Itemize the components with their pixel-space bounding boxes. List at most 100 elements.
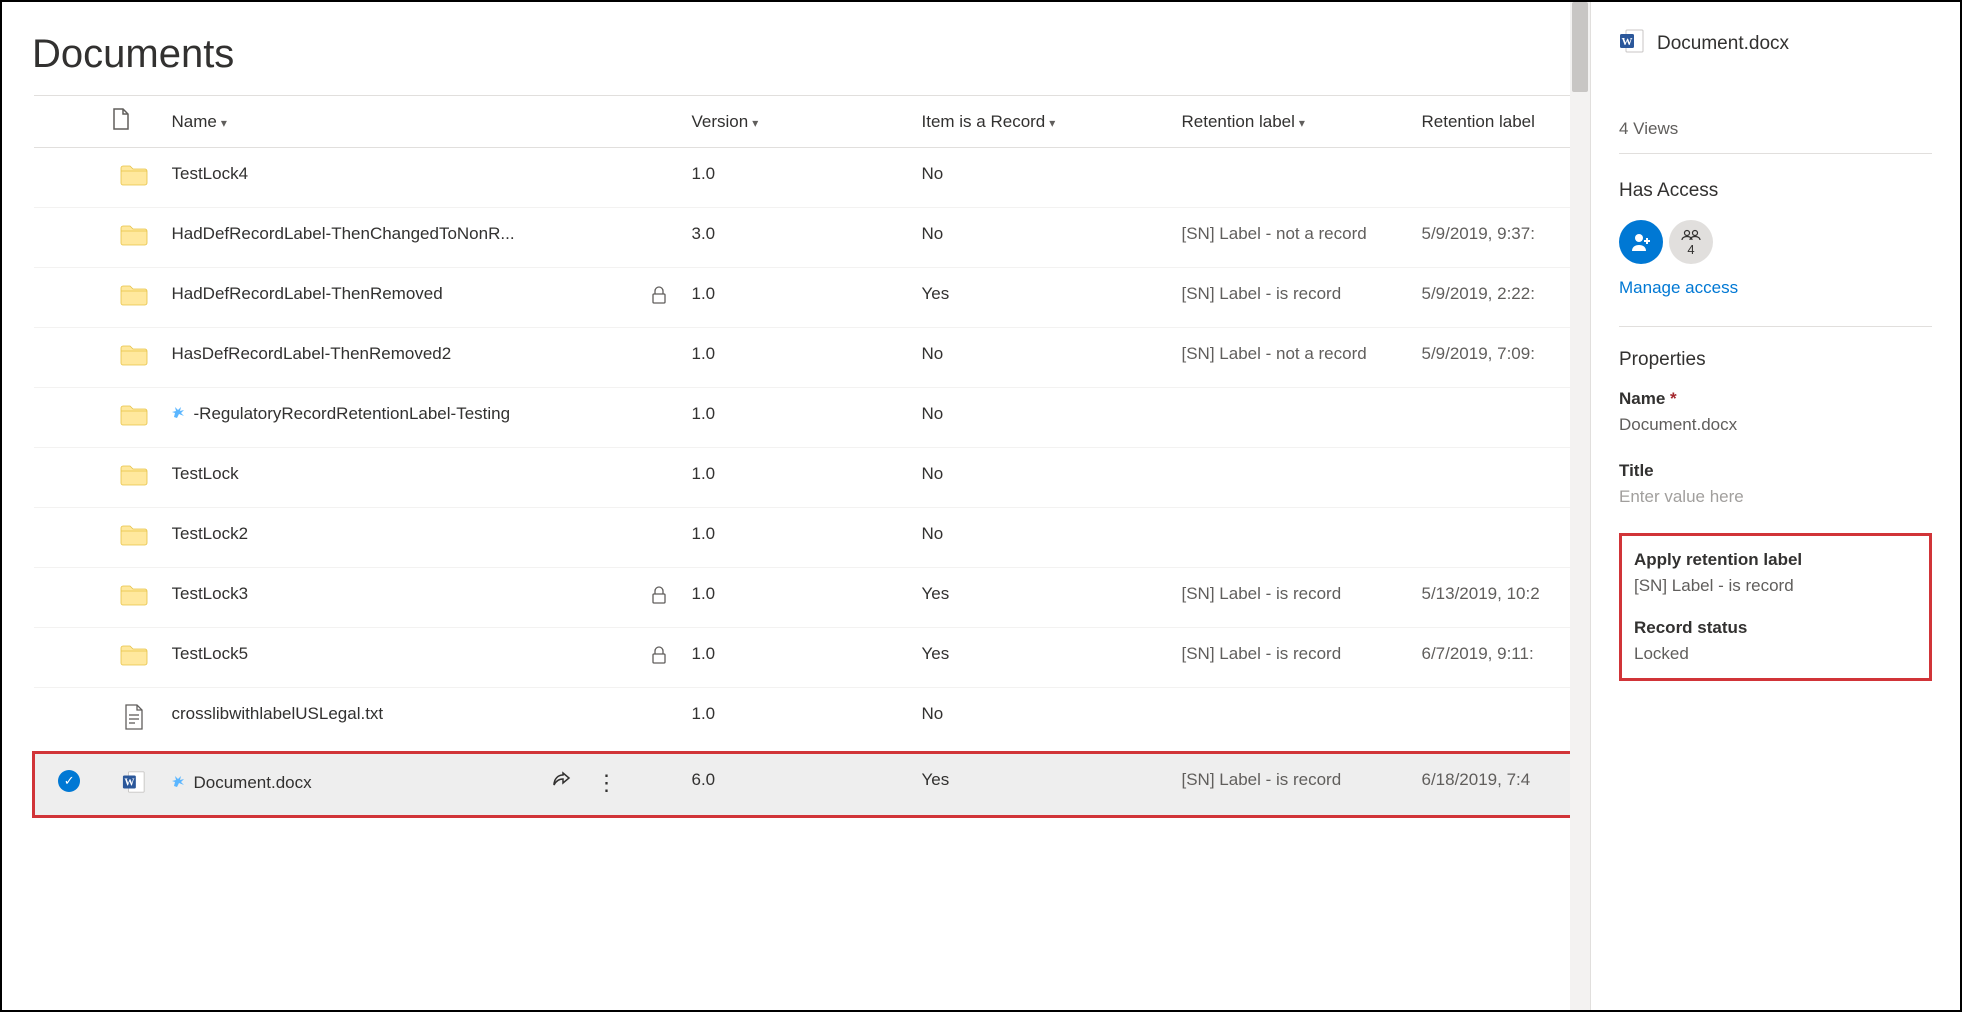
- access-count-badge[interactable]: 4: [1669, 220, 1713, 264]
- retention-label-cell: [1174, 688, 1414, 753]
- folder-icon: [120, 464, 148, 486]
- people-icon: [1681, 229, 1701, 243]
- document-library: Documents Name▾: [2, 2, 1590, 1010]
- is-record-cell: No: [914, 148, 1174, 208]
- table-row[interactable]: TestLock31.0Yes[SN] Label - is record5/1…: [34, 568, 1589, 628]
- table-row[interactable]: HadDefRecordLabel-ThenRemoved1.0Yes[SN] …: [34, 268, 1589, 328]
- title-field-label: Title: [1619, 461, 1932, 481]
- retention-highlight-box: Apply retention label [SN] Label - is re…: [1619, 533, 1932, 681]
- record-status-value[interactable]: Locked: [1634, 644, 1917, 664]
- item-name[interactable]: crosslibwithlabelUSLegal.txt: [172, 704, 384, 724]
- apply-retention-label-label: Apply retention label: [1634, 550, 1917, 570]
- column-header-icon[interactable]: [104, 96, 164, 148]
- version-cell: 1.0: [684, 568, 914, 628]
- retention-date-cell: 5/9/2019, 2:22:: [1414, 268, 1589, 328]
- retention-label-cell: [1174, 508, 1414, 568]
- column-header-retention-label-date[interactable]: Retention label: [1414, 96, 1589, 148]
- item-name[interactable]: HadDefRecordLabel-ThenChangedToNonR...: [172, 224, 515, 244]
- is-record-cell: No: [914, 328, 1174, 388]
- table-row[interactable]: TestLock4 1.0No: [34, 148, 1589, 208]
- retention-date-cell: [1414, 148, 1589, 208]
- is-record-cell: Yes: [914, 268, 1174, 328]
- item-name[interactable]: TestLock2: [172, 524, 249, 544]
- retention-label-cell: [SN] Label - is record: [1174, 268, 1414, 328]
- chevron-down-icon: ▾: [1049, 116, 1055, 130]
- lock-icon: [651, 286, 667, 304]
- table-row[interactable]: TestLock1.0No: [34, 448, 1589, 508]
- share-icon: [552, 770, 572, 790]
- item-name[interactable]: TestLock5: [172, 644, 249, 664]
- table-row[interactable]: TestLock2 1.0No: [34, 508, 1589, 568]
- word-icon: W: [1619, 28, 1645, 59]
- retention-date-cell: 6/18/2019, 7:4: [1414, 753, 1589, 817]
- version-cell: 1.0: [684, 628, 914, 688]
- title-field-input[interactable]: Enter value here: [1619, 487, 1932, 507]
- folder-icon: [120, 164, 148, 186]
- lock-icon: [651, 646, 667, 664]
- new-item-badge: [172, 774, 186, 788]
- apply-retention-label-value[interactable]: [SN] Label - is record: [1634, 576, 1917, 596]
- retention-label-cell: [SN] Label - not a record: [1174, 328, 1414, 388]
- folder-icon: [120, 224, 148, 246]
- retention-date-cell: [1414, 688, 1589, 753]
- is-record-cell: No: [914, 508, 1174, 568]
- add-person-icon[interactable]: [1619, 220, 1663, 264]
- retention-label-cell: [SN] Label - not a record: [1174, 208, 1414, 268]
- version-cell: 1.0: [684, 688, 914, 753]
- item-name[interactable]: HadDefRecordLabel-ThenRemoved: [172, 284, 443, 304]
- more-actions-button[interactable]: ⋮: [596, 770, 618, 796]
- table-row[interactable]: ✓WDocument.docx⋮6.0Yes[SN] Label - is re…: [34, 753, 1589, 817]
- item-name[interactable]: TestLock: [172, 464, 239, 484]
- chevron-down-icon: ▾: [752, 116, 758, 130]
- item-name[interactable]: HasDefRecordLabel-ThenRemoved2: [172, 344, 452, 364]
- folder-icon: [120, 284, 148, 306]
- version-cell: 1.0: [684, 448, 914, 508]
- table-row[interactable]: crosslibwithlabelUSLegal.txt1.0No: [34, 688, 1589, 753]
- properties-heading: Properties: [1619, 349, 1932, 371]
- version-cell: 6.0: [684, 753, 914, 817]
- item-name[interactable]: Document.docx: [194, 773, 312, 793]
- column-header-is-record[interactable]: Item is a Record▾: [914, 96, 1174, 148]
- documents-table: Name▾ Version▾ Item is a Record▾ Retenti…: [32, 95, 1590, 818]
- retention-label-cell: [1174, 148, 1414, 208]
- retention-label-cell: [1174, 448, 1414, 508]
- column-header-retention-label[interactable]: Retention label▾: [1174, 96, 1414, 148]
- details-filename: Document.docx: [1657, 33, 1789, 55]
- new-item-badge: [172, 405, 186, 419]
- retention-label-cell: [SN] Label - is record: [1174, 753, 1414, 817]
- table-row[interactable]: -RegulatoryRecordRetentionLabel-Testing1…: [34, 388, 1589, 448]
- item-name[interactable]: TestLock3: [172, 584, 249, 604]
- has-access-heading: Has Access: [1619, 180, 1932, 202]
- name-field-value[interactable]: Document.docx: [1619, 415, 1932, 435]
- is-record-cell: Yes: [914, 628, 1174, 688]
- table-row[interactable]: HasDefRecordLabel-ThenRemoved21.0No[SN] …: [34, 328, 1589, 388]
- scrollbar-thumb[interactable]: [1572, 2, 1588, 92]
- item-name[interactable]: TestLock4: [172, 164, 249, 184]
- retention-date-cell: [1414, 388, 1589, 448]
- folder-icon: [120, 344, 148, 366]
- word-icon: W: [122, 770, 146, 794]
- version-cell: 1.0: [684, 508, 914, 568]
- text-file-icon: [124, 704, 144, 730]
- selected-check-icon[interactable]: ✓: [58, 770, 80, 792]
- version-cell: 3.0: [684, 208, 914, 268]
- retention-label-cell: [SN] Label - is record: [1174, 568, 1414, 628]
- manage-access-link[interactable]: Manage access: [1619, 278, 1932, 298]
- retention-date-cell: 5/13/2019, 10:2: [1414, 568, 1589, 628]
- table-row[interactable]: TestLock51.0Yes[SN] Label - is record6/7…: [34, 628, 1589, 688]
- record-status-label: Record status: [1634, 618, 1917, 638]
- folder-icon: [120, 524, 148, 546]
- item-name[interactable]: -RegulatoryRecordRetentionLabel-Testing: [194, 404, 511, 424]
- retention-label-cell: [SN] Label - is record: [1174, 628, 1414, 688]
- lock-icon: [651, 586, 667, 604]
- chevron-down-icon: ▾: [221, 116, 227, 130]
- table-row[interactable]: HadDefRecordLabel-ThenChangedToNonR... 3.…: [34, 208, 1589, 268]
- file-icon: [112, 108, 130, 130]
- column-header-name[interactable]: Name▾: [164, 96, 634, 148]
- column-header-version[interactable]: Version▾: [684, 96, 914, 148]
- vertical-scrollbar[interactable]: [1570, 2, 1590, 1010]
- share-button[interactable]: [552, 770, 572, 796]
- name-field-label: Name *: [1619, 389, 1932, 409]
- version-cell: 1.0: [684, 148, 914, 208]
- retention-date-cell: [1414, 448, 1589, 508]
